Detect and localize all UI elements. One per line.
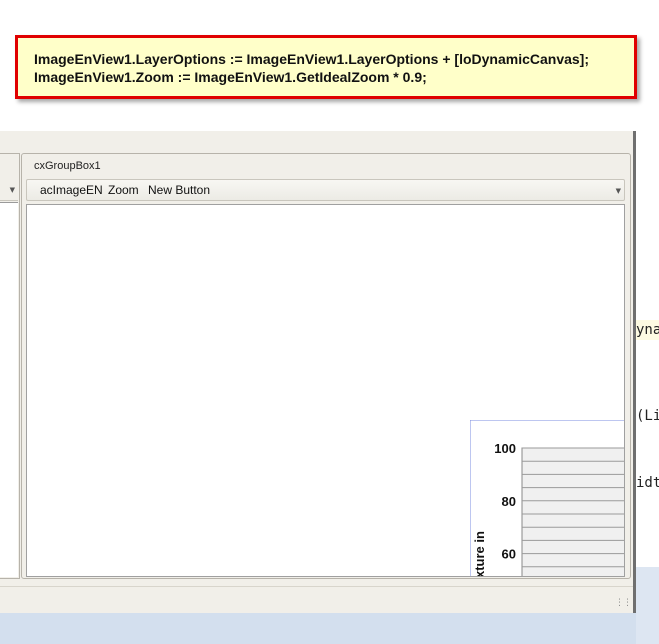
background-code-fragment: (Li [636,408,659,424]
background-editor-strip [636,567,659,644]
chart-svg: 60 80 100 xture in [469,419,624,577]
background-code-fragment: yna [636,320,659,340]
left-toolbar[interactable]: ▼ [0,180,18,201]
left-panel-body [0,202,18,577]
code-line-2: ImageEnView1.Zoom := ImageEnView1.GetIde… [34,69,427,85]
form-window: ▼ cxGroupBox1 acImageEN Zoom New Button … [0,131,636,613]
background-editor-area [0,613,659,644]
code-callout: ImageEnView1.LayerOptions := ImageEnView… [15,35,637,99]
toolbar: acImageEN Zoom New Button ▼ [26,179,625,201]
y-tick-label: 100 [494,441,516,456]
chevron-down-icon[interactable]: ▼ [616,187,621,195]
y-tick-label: 60 [502,547,516,562]
group-box-caption: cxGroupBox1 [34,160,101,172]
background-code-fragment: idt [636,475,659,491]
ac-image-en-button[interactable]: acImageEN [40,183,103,197]
left-panel: ▼ [0,153,20,579]
size-grip-icon[interactable]: ⋮⋮ [615,598,632,608]
group-box: cxGroupBox1 acImageEN Zoom New Button ▼ … [21,153,631,579]
image-en-view[interactable]: 60 80 100 xture in [26,204,625,577]
new-button[interactable]: New Button [148,183,210,197]
code-line-1: ImageEnView1.LayerOptions := ImageEnView… [34,51,590,67]
status-bar: ⋮⋮ [0,586,633,611]
chart-layer[interactable]: 60 80 100 xture in [469,419,624,577]
y-tick-label: 80 [502,494,516,509]
y-axis-label: xture in [472,531,487,577]
chevron-down-icon[interactable]: ▼ [10,186,15,194]
zoom-button[interactable]: Zoom [108,183,139,197]
plot-background [521,447,624,576]
